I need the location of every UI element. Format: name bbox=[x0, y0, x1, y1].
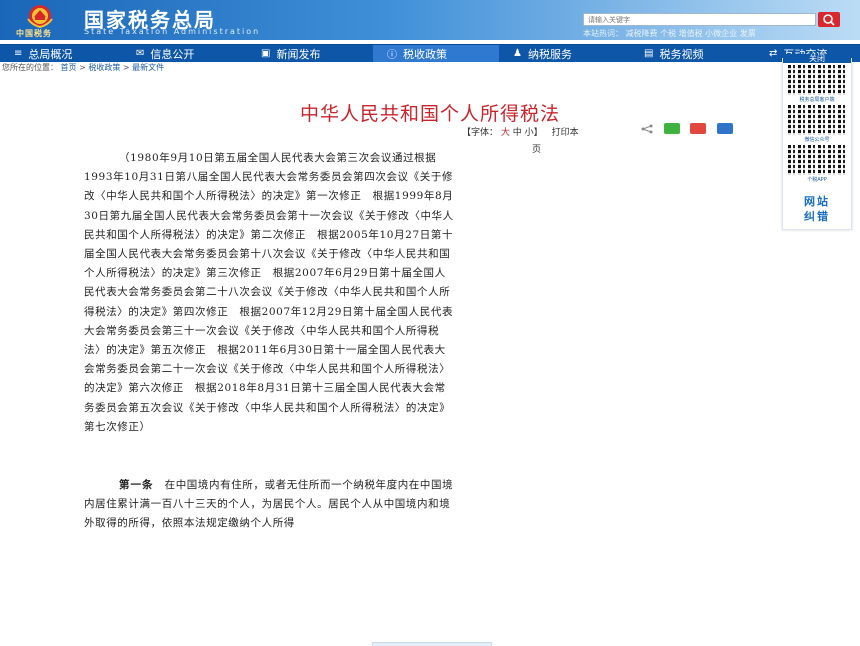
article-tools: 【字体： 大 中 小】 打印本 bbox=[462, 125, 579, 138]
qr-label: 微信公众号 bbox=[804, 137, 830, 143]
breadcrumb: 您所在的位置： 首页 > 税收政策 > 最新文件 bbox=[2, 62, 164, 73]
nav-item-label: 税收政策 bbox=[403, 47, 447, 61]
qr-label: 个税APP bbox=[807, 177, 827, 183]
qzone-share-icon[interactable] bbox=[717, 123, 733, 134]
site-header: 中国税务 国家税务总局 State Taxation Administratio… bbox=[0, 0, 860, 40]
nav-item-info-disclosure[interactable]: ✉ 信息公开 bbox=[122, 45, 247, 62]
site-subtitle: State Taxation Administration bbox=[84, 27, 261, 36]
nav-item-label: 总局概况 bbox=[28, 47, 73, 61]
qr-code-wechat[interactable] bbox=[788, 105, 846, 135]
search-icon bbox=[823, 14, 835, 26]
nav-item-taxpayer-service[interactable]: ♟ 纳税服务 bbox=[499, 45, 630, 62]
breadcrumb-prefix: 您所在的位置： bbox=[2, 63, 58, 72]
report-error-link[interactable]: 网站 纠错 bbox=[783, 194, 851, 224]
search-input[interactable]: 请输入关键字 bbox=[583, 13, 816, 26]
breadcrumb-separator: > bbox=[122, 63, 130, 72]
nav-item-overview[interactable]: ≡ 总局概况 bbox=[0, 45, 122, 62]
print-button[interactable]: 打印本 bbox=[552, 128, 579, 138]
qr-code-client[interactable] bbox=[788, 65, 846, 95]
main-nav: ≡ 总局概况 ✉ 信息公开 ▣ 新闻发布 ⓘ 税收政策 ♟ 纳税服务 ▤ 税务视… bbox=[0, 44, 860, 62]
font-large-button[interactable]: 大 bbox=[501, 128, 510, 138]
qr-code-app[interactable] bbox=[788, 145, 846, 175]
exchange-icon: ⇄ bbox=[769, 48, 778, 59]
breadcrumb-home[interactable]: 首页 bbox=[61, 63, 77, 72]
qr-label: 税务总局客户端 bbox=[799, 97, 835, 103]
wechat-share-icon[interactable] bbox=[664, 123, 680, 134]
search-button[interactable] bbox=[818, 12, 840, 27]
nav-item-news[interactable]: ▣ 新闻发布 bbox=[247, 45, 373, 62]
bottom-tab[interactable] bbox=[372, 642, 492, 646]
info-icon: ⓘ bbox=[387, 50, 397, 61]
print-label-tail: 页 bbox=[532, 145, 542, 155]
article-body: （1980年9月10日第五届全国人民代表大会第三次会议通过根据1993年10月3… bbox=[84, 149, 454, 534]
hot-words[interactable]: 本站热词： 减税降费 个税 增值税 小微企业 发票 bbox=[583, 28, 756, 39]
share-icon[interactable] bbox=[641, 124, 653, 134]
breadcrumb-separator: > bbox=[79, 63, 86, 72]
nav-item-tax-video[interactable]: ▤ 税务视频 bbox=[630, 45, 755, 62]
report-line: 网站 bbox=[804, 195, 830, 208]
article-one: 第一条 在中国境内有住所，或者无住所而一个纳税年度内在中国境内居住累计满一百八十… bbox=[84, 476, 454, 534]
nav-item-label: 纳税服务 bbox=[527, 47, 572, 61]
nav-item-tax-policy[interactable]: ⓘ 税收政策 bbox=[373, 45, 499, 62]
article-preamble: （1980年9月10日第五届全国人民代表大会第三次会议通过根据1993年10月3… bbox=[84, 152, 454, 433]
font-small-button[interactable]: 小】 bbox=[525, 128, 543, 138]
font-medium-button[interactable]: 中 bbox=[513, 128, 522, 138]
side-qr-panel: 关闭 税务总局客户端 微信公众号 个税APP 网站 纠错 bbox=[782, 54, 852, 230]
message-icon: ✉ bbox=[136, 48, 145, 59]
font-size-label: 【字体： bbox=[462, 128, 499, 138]
nav-item-label: 新闻发布 bbox=[276, 47, 321, 61]
news-icon: ▣ bbox=[261, 48, 271, 59]
side-panel-close[interactable]: 关闭 bbox=[783, 54, 851, 63]
article-title: 中华人民共和国个人所得税法 bbox=[299, 103, 560, 125]
nav-item-label: 信息公开 bbox=[150, 47, 195, 61]
emblem-caption: 中国税务 bbox=[16, 29, 52, 38]
video-icon: ▤ bbox=[644, 48, 654, 59]
menu-icon: ≡ bbox=[14, 48, 23, 59]
breadcrumb-latest-docs[interactable]: 最新文件 bbox=[132, 63, 164, 72]
breadcrumb-tax-policy[interactable]: 税收政策 bbox=[88, 63, 120, 72]
article-one-label: 第一条 bbox=[119, 479, 154, 492]
weibo-share-icon[interactable] bbox=[690, 123, 706, 134]
report-line: 纠错 bbox=[804, 210, 830, 223]
person-icon: ♟ bbox=[513, 48, 522, 59]
nav-item-label: 税务视频 bbox=[659, 47, 704, 61]
